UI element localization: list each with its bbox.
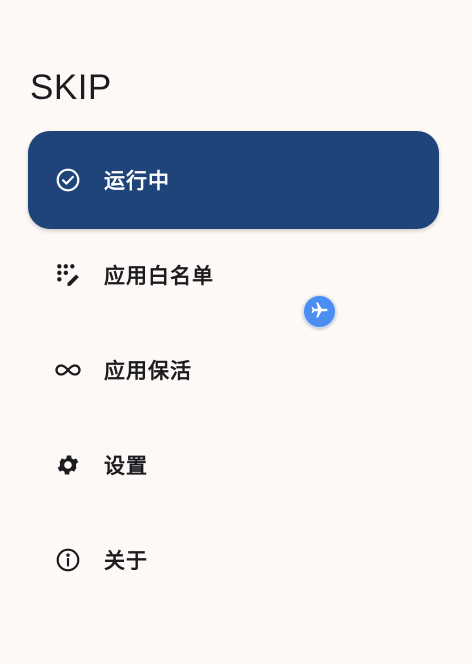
nav-item-app-whitelist[interactable]: 应用白名单 [28,226,439,324]
nav-item-label: 关于 [104,549,148,573]
infinity-icon [54,356,82,384]
nav-item-running[interactable]: 运行中 [28,131,439,229]
info-icon [54,546,82,574]
floating-action-button[interactable] [303,295,336,328]
nav-item-label: 设置 [104,454,148,478]
app-title: SKIP [30,68,112,107]
nav-item-settings[interactable]: 设置 [28,416,439,514]
gear-icon [54,451,82,479]
edit-grid-icon [54,261,82,289]
nav-item-app-keepalive[interactable]: 应用保活 [28,321,439,419]
check-circle-icon [54,166,82,194]
nav-item-label: 运行中 [104,169,170,193]
nav-item-about[interactable]: 关于 [28,511,439,609]
nav-item-label: 应用白名单 [104,264,214,288]
navigation-drawer: 运行中 应用白名单 应用保活 设置 关于 [28,131,439,606]
airplane-icon [310,300,330,324]
nav-item-label: 应用保活 [104,359,192,383]
